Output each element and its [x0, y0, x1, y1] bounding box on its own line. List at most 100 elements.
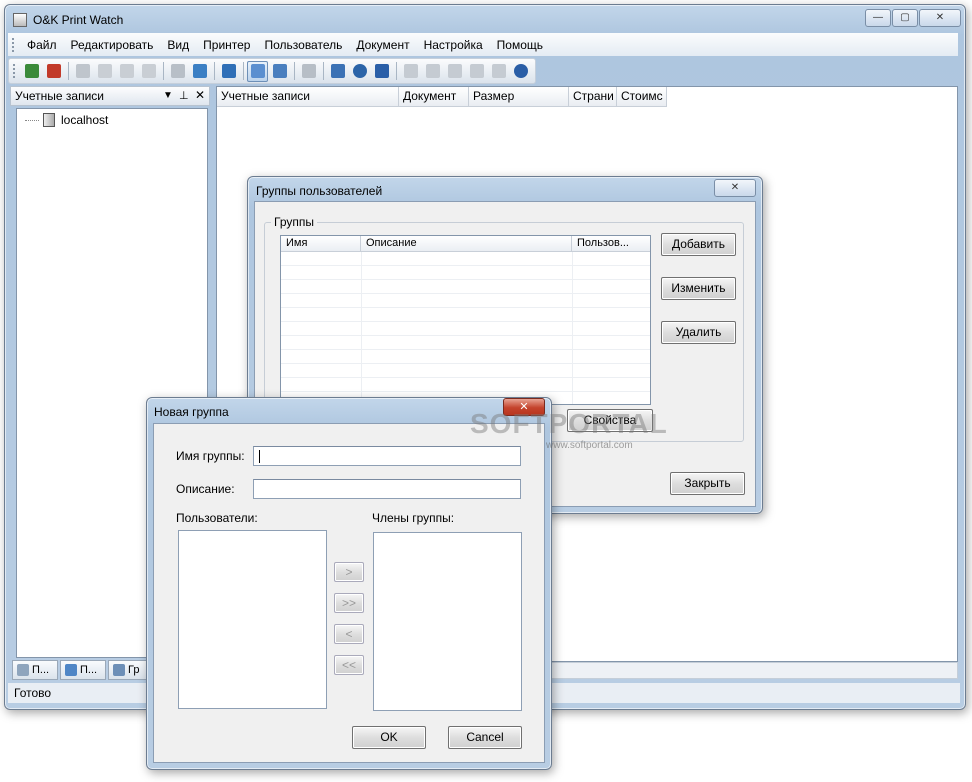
users-icon[interactable]: [247, 60, 268, 82]
panel-dropdown-icon[interactable]: ▼: [163, 90, 173, 101]
doc-resume-icon[interactable]: [444, 61, 465, 82]
filter-icon[interactable]: [371, 61, 392, 82]
watermark-text: SOFTPORTAL: [470, 408, 668, 439]
queue-icon[interactable]: [167, 61, 188, 82]
toolbar-separator: [323, 62, 324, 80]
column-description[interactable]: Описание: [361, 236, 572, 252]
tab-users[interactable]: П...: [60, 660, 106, 680]
groups-close-button[interactable]: ✕: [714, 179, 756, 197]
print-icon[interactable]: [72, 61, 93, 82]
users-label: Пользователи:: [176, 511, 258, 525]
groups-list-rows: [281, 252, 650, 404]
group-name-input[interactable]: [253, 446, 521, 466]
menu-settings[interactable]: Настройка: [417, 38, 490, 52]
description-label: Описание:: [176, 482, 235, 496]
key-icon[interactable]: [269, 61, 290, 82]
delete-printer-icon[interactable]: [43, 61, 64, 82]
panel-pin-icon[interactable]: ⊥: [179, 89, 189, 102]
close-groups-button[interactable]: Закрыть: [670, 472, 745, 495]
delete-group-button[interactable]: Удалить: [661, 321, 736, 344]
group-icon: [113, 664, 125, 676]
server-icon: [43, 113, 55, 127]
add-member-button[interactable]: >: [334, 562, 364, 582]
toolbar-grip[interactable]: [13, 64, 17, 78]
tree-line: [25, 119, 39, 121]
accounts-panel-title: Учетные записи: [15, 89, 104, 103]
column-users[interactable]: Пользов...: [572, 236, 650, 252]
printer-icon: [17, 664, 29, 676]
new-group-dialog-title: Новая группа: [154, 405, 229, 419]
group-name-label: Имя группы:: [176, 449, 245, 463]
menu-file[interactable]: Файл: [20, 38, 64, 52]
toolbar-separator: [243, 62, 244, 80]
new-group-dialog-body: Имя группы: Описание: Пользователи: Член…: [153, 423, 545, 763]
add-group-button[interactable]: Добавить: [661, 233, 736, 256]
users-icon: [65, 664, 77, 676]
menu-edit[interactable]: Редактировать: [64, 38, 161, 52]
tree-node-label: localhost: [61, 113, 109, 127]
members-listbox[interactable]: [373, 532, 522, 711]
add-printer-icon[interactable]: [21, 61, 42, 82]
column-document[interactable]: Документ: [399, 87, 469, 107]
users-listbox[interactable]: [178, 530, 327, 709]
column-accounts[interactable]: Учетные записи: [217, 87, 399, 107]
add-all-members-button[interactable]: >>: [334, 593, 364, 613]
remove-all-members-button[interactable]: <<: [334, 655, 364, 675]
tab-printers[interactable]: П...: [12, 660, 58, 680]
panel-close-icon[interactable]: ✕: [195, 88, 205, 102]
main-window-title: O&K Print Watch: [33, 13, 124, 27]
edit-group-button[interactable]: Изменить: [661, 277, 736, 300]
groups-list[interactable]: Имя Описание Пользов...: [280, 235, 651, 405]
column-name[interactable]: Имя: [281, 236, 361, 252]
refresh-icon[interactable]: [189, 61, 210, 82]
menu-printer[interactable]: Принтер: [196, 38, 257, 52]
info-icon[interactable]: [510, 61, 531, 82]
cancel-button[interactable]: Cancel: [448, 726, 522, 749]
network-icon[interactable]: [218, 61, 239, 82]
ok-button[interactable]: OK: [352, 726, 426, 749]
menu-view[interactable]: Вид: [160, 38, 196, 52]
close-window-button[interactable]: ✕: [919, 9, 961, 27]
text-cursor: [259, 450, 260, 463]
toolbar: [8, 58, 536, 84]
search-icon[interactable]: [349, 61, 370, 82]
toolbar-separator: [214, 62, 215, 80]
menu-help[interactable]: Помощь: [490, 38, 550, 52]
watermark-url: www.softportal.com: [546, 440, 633, 451]
app-icon: [13, 13, 27, 27]
tab-groups[interactable]: Гр: [108, 660, 148, 680]
menu-document[interactable]: Документ: [349, 38, 416, 52]
menu-bar: Файл Редактировать Вид Принтер Пользоват…: [8, 33, 958, 56]
remove-member-button[interactable]: <: [334, 624, 364, 644]
menu-grip[interactable]: [12, 37, 16, 52]
column-pages[interactable]: Страни: [569, 87, 617, 107]
column-size[interactable]: Размер: [469, 87, 569, 107]
doc-delete-icon[interactable]: [466, 61, 487, 82]
minimize-button[interactable]: —: [865, 9, 891, 27]
maximize-button[interactable]: ▢: [892, 9, 918, 27]
clear-icon[interactable]: [298, 61, 319, 82]
toolbar-separator: [294, 62, 295, 80]
doc-pause-icon[interactable]: [422, 61, 443, 82]
members-label: Члены группы:: [372, 511, 455, 525]
groups-dialog-title: Группы пользователей: [256, 184, 383, 198]
menu-user[interactable]: Пользователь: [257, 38, 349, 52]
print-disabled-icon[interactable]: [94, 61, 115, 82]
tab-printers-label: П...: [32, 664, 50, 676]
doc-icon[interactable]: [400, 61, 421, 82]
toolbar-separator: [163, 62, 164, 80]
tree-node-localhost[interactable]: localhost: [25, 113, 108, 127]
accounts-panel-header: Учетные записи ▼ ⊥ ✕: [10, 86, 210, 106]
description-input[interactable]: [253, 479, 521, 499]
doc-restart-icon[interactable]: [488, 61, 509, 82]
cancel-print-icon[interactable]: [138, 61, 159, 82]
toolbar-separator: [396, 62, 397, 80]
grid-line: [361, 252, 362, 404]
print-multi-icon[interactable]: [116, 61, 137, 82]
grid-line: [572, 252, 573, 404]
tab-groups-label: Гр: [128, 664, 140, 676]
column-cost[interactable]: Стоимс: [617, 87, 667, 107]
status-text: Готово: [14, 686, 52, 700]
tab-users-label: П...: [80, 664, 98, 676]
report-icon[interactable]: [327, 61, 348, 82]
